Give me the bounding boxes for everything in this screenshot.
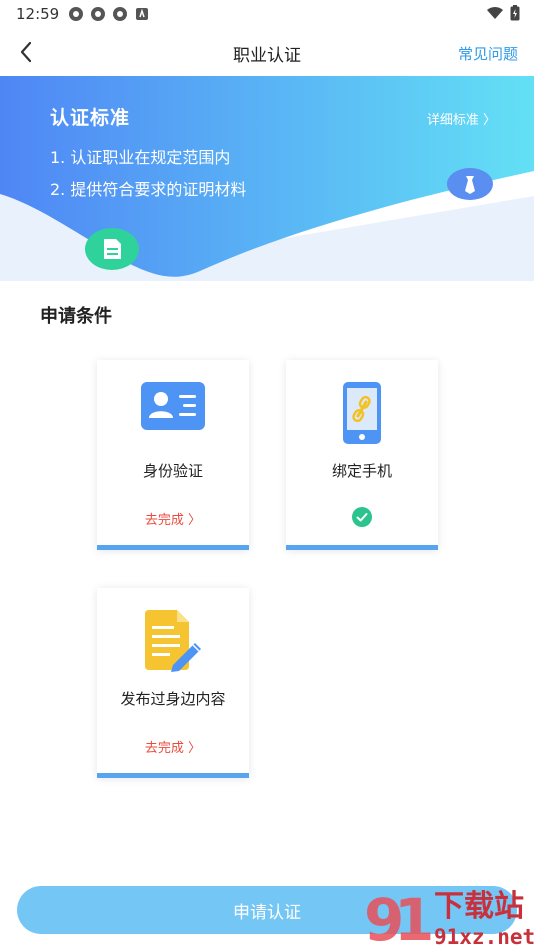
posted-content-card[interactable]: 发布过身边内容 去完成 〉 — [97, 588, 249, 778]
keyboard-notification-icon — [136, 8, 148, 20]
document-edit-icon — [145, 610, 201, 672]
wifi-icon — [487, 6, 503, 19]
phone-link-icon — [343, 382, 381, 444]
bind-phone-card[interactable]: 绑定手机 — [286, 360, 438, 550]
watermark-text: 下载站 — [434, 889, 524, 924]
card-label: 绑定手机 — [331, 462, 392, 480]
app-notification-icon — [69, 7, 83, 21]
go-complete-link[interactable]: 去完成 〉 — [97, 737, 249, 756]
status-system-icons — [486, 5, 520, 21]
banner-item: 2. 提供符合要求的证明材料 — [50, 180, 247, 199]
go-complete-link[interactable]: 去完成 〉 — [97, 509, 249, 528]
status-time: 12:59 — [16, 5, 60, 23]
section-title: 申请条件 — [40, 306, 112, 327]
card-accent-bar — [97, 773, 249, 778]
watermark-url: 91xz.net — [434, 925, 534, 949]
status-bar: 12:59 — [0, 0, 534, 28]
page-title: 职业认证 — [233, 46, 301, 66]
banner-title: 认证标准 — [50, 107, 131, 129]
status-notification-icons — [68, 6, 150, 22]
detail-standard-link[interactable]: 详细标准 〉 — [427, 109, 496, 128]
card-accent-bar — [97, 545, 249, 550]
site-watermark-logo: 9 1 下载站 91xz.net — [364, 886, 534, 950]
identity-verification-card[interactable]: 身份验证 去完成 〉 — [97, 360, 249, 550]
app-notification-icon — [91, 7, 105, 21]
faq-link[interactable]: 常见问题 — [458, 43, 518, 64]
id-card-icon — [141, 382, 205, 430]
certification-standard-banner: 认证标准 1. 认证职业在规定范围内 2. 提供符合要求的证明材料 详细标准 〉 — [0, 76, 534, 281]
banner-item: 1. 认证职业在规定范围内 — [50, 148, 231, 167]
card-accent-bar — [286, 545, 438, 550]
nav-bar: 职业认证 常见问题 — [0, 28, 534, 76]
battery-icon — [510, 5, 520, 21]
app-notification-icon — [113, 7, 127, 21]
tie-badge-icon — [447, 168, 493, 200]
document-badge-icon — [85, 228, 139, 270]
card-label: 发布过身边内容 — [120, 690, 226, 708]
check-circle-icon — [352, 507, 372, 527]
card-label: 身份验证 — [142, 462, 203, 480]
svg-text:1: 1 — [394, 886, 434, 950]
